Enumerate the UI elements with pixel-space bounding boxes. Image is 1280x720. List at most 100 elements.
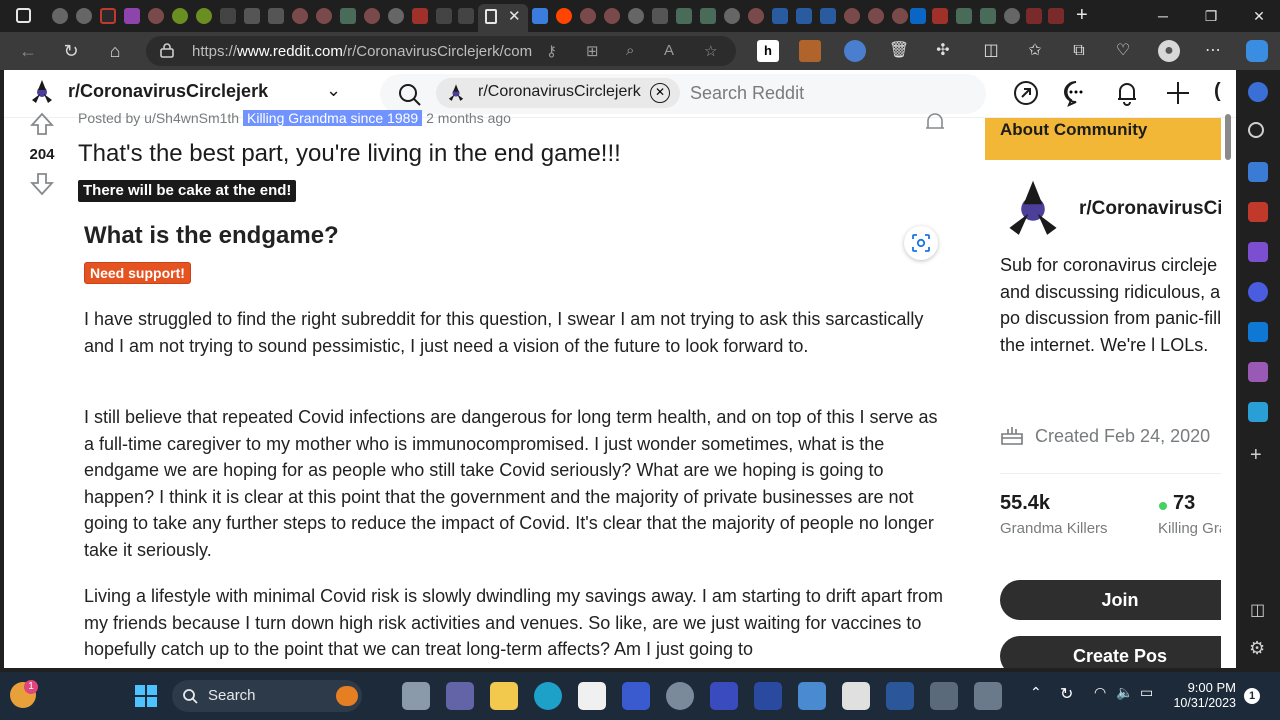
- join-button[interactable]: Join: [1000, 580, 1221, 620]
- tab-favicon[interactable]: [100, 8, 116, 24]
- tab-favicon[interactable]: [556, 8, 572, 24]
- extension-globe-icon[interactable]: [844, 40, 866, 62]
- zoom-icon[interactable]: ⌕: [626, 42, 634, 59]
- clock-time[interactable]: 9:00 PM: [1176, 680, 1236, 695]
- upvote-arrow-icon[interactable]: [30, 112, 54, 136]
- notepad-icon[interactable]: [798, 682, 826, 710]
- profile-avatar[interactable]: ●: [1158, 40, 1180, 62]
- notification-center-badge[interactable]: 1: [1244, 688, 1260, 704]
- tab-favicon[interactable]: [268, 8, 284, 24]
- subreddit-name[interactable]: r/CoronavirusCirclejerk: [68, 81, 268, 102]
- tab-favicon[interactable]: [458, 8, 474, 24]
- battery-icon[interactable]: ▭: [1140, 684, 1153, 701]
- extensions-icon[interactable]: ✣: [932, 40, 954, 62]
- post-title[interactable]: That's the best part, you're living in t…: [78, 140, 621, 168]
- app-available-icon[interactable]: ⊞: [586, 42, 599, 60]
- calculator-icon[interactable]: [974, 682, 1002, 710]
- tab-favicon[interactable]: [124, 8, 140, 24]
- tools-icon[interactable]: [1248, 202, 1268, 222]
- tab-favicon[interactable]: [748, 8, 764, 24]
- new-tab-button[interactable]: +: [1076, 4, 1088, 27]
- tab-favicon[interactable]: [724, 8, 740, 24]
- tab-favicon[interactable]: [820, 8, 836, 24]
- volume-icon[interactable]: 🔈: [1116, 684, 1133, 701]
- restore-button[interactable]: ❐: [1188, 0, 1234, 32]
- minimize-button[interactable]: ─: [1140, 0, 1186, 32]
- search-input[interactable]: Search Reddit: [690, 83, 804, 104]
- advertise-icon[interactable]: (: [1214, 80, 1221, 103]
- sidebar-panel-icon[interactable]: ◫: [1250, 600, 1265, 620]
- create-post-button[interactable]: Create Pos: [1000, 636, 1221, 668]
- teams-icon[interactable]: [446, 682, 474, 710]
- word-icon[interactable]: [886, 682, 914, 710]
- tab-favicon[interactable]: [932, 8, 948, 24]
- app-icon[interactable]: [754, 682, 782, 710]
- tab-favicon[interactable]: [388, 8, 404, 24]
- games-icon[interactable]: [1248, 242, 1268, 262]
- tab-favicon[interactable]: [244, 8, 260, 24]
- extension-bin-icon[interactable]: 🗑: [888, 40, 910, 62]
- settings-app-icon[interactable]: [666, 682, 694, 710]
- notifications-bell-icon[interactable]: [1112, 78, 1142, 108]
- search-sidebar-icon[interactable]: [1248, 122, 1264, 138]
- downvote-arrow-icon[interactable]: [30, 172, 54, 196]
- tab-favicon[interactable]: [220, 8, 236, 24]
- tab-favicon[interactable]: [1004, 8, 1020, 24]
- sidebar-settings-icon[interactable]: ⚙: [1249, 638, 1265, 659]
- remove-chip-icon[interactable]: ✕: [650, 83, 670, 103]
- settings-more-icon[interactable]: ⋯: [1202, 40, 1224, 62]
- designer-icon[interactable]: [1248, 362, 1268, 382]
- settings-icon[interactable]: [930, 682, 958, 710]
- tab-favicon[interactable]: [910, 8, 926, 24]
- community-biohazard-icon[interactable]: [1000, 176, 1066, 242]
- favorite-star-icon[interactable]: ☆: [704, 42, 717, 60]
- store-icon[interactable]: [578, 682, 606, 710]
- tab-favicon[interactable]: [1048, 8, 1064, 24]
- sync-icon[interactable]: ↻: [1060, 684, 1073, 704]
- task-view-icon[interactable]: [402, 682, 430, 710]
- tab-actions-icon[interactable]: [16, 8, 31, 23]
- tab-favicon[interactable]: [76, 8, 92, 24]
- tab-favicon[interactable]: [652, 8, 668, 24]
- follow-bell-icon[interactable]: [922, 112, 948, 134]
- tab-favicon[interactable]: [676, 8, 692, 24]
- shopping-icon[interactable]: [1248, 162, 1268, 182]
- address-bar[interactable]: https://www.reddit.com/r/CoronavirusCirc…: [146, 36, 736, 66]
- community-name[interactable]: r/CoronavirusCi: [1079, 198, 1221, 220]
- subreddit-biohazard-icon[interactable]: [28, 78, 56, 106]
- windows-start-icon[interactable]: [134, 684, 158, 708]
- post-age[interactable]: 2 months ago: [426, 110, 511, 126]
- tab-favicon[interactable]: [412, 8, 428, 24]
- reddit-search-bar[interactable]: r/CoronavirusCirclejerk ✕ Search Reddit: [380, 74, 986, 114]
- tab-favicon[interactable]: [148, 8, 164, 24]
- home-button[interactable]: ⌂: [102, 38, 128, 64]
- tab-favicon[interactable]: [172, 8, 188, 24]
- tab-favicon[interactable]: [868, 8, 884, 24]
- search-community-chip[interactable]: r/CoronavirusCirclejerk ✕: [436, 78, 680, 108]
- tab-favicon[interactable]: [844, 8, 860, 24]
- tab-favicon[interactable]: [532, 8, 548, 24]
- add-sidebar-app-icon[interactable]: +: [1250, 444, 1262, 467]
- create-post-plus-icon[interactable]: [1163, 78, 1193, 108]
- extension-badge-icon[interactable]: [799, 40, 821, 62]
- tab-favicon[interactable]: [796, 8, 812, 24]
- notifications-icon[interactable]: [1248, 82, 1268, 102]
- wifi-icon[interactable]: ◠: [1094, 684, 1106, 701]
- tab-favicon[interactable]: [292, 8, 308, 24]
- close-window-button[interactable]: ✕: [1236, 0, 1280, 32]
- active-tab[interactable]: ✕: [478, 4, 528, 32]
- tab-favicon[interactable]: [772, 8, 788, 24]
- popular-icon[interactable]: [1011, 78, 1041, 108]
- key-icon[interactable]: ⚷: [546, 42, 557, 60]
- browser-essentials-icon[interactable]: ♡: [1112, 40, 1134, 62]
- tab-favicon[interactable]: [956, 8, 972, 24]
- tab-favicon[interactable]: [700, 8, 716, 24]
- file-explorer-icon[interactable]: [490, 682, 518, 710]
- edge-icon[interactable]: [534, 682, 562, 710]
- tab-favicon[interactable]: [196, 8, 212, 24]
- visual-search-button[interactable]: [904, 226, 938, 260]
- tab-favicon[interactable]: [980, 8, 996, 24]
- split-screen-icon[interactable]: ◫: [980, 40, 1002, 62]
- outlook-icon[interactable]: [1248, 322, 1268, 342]
- tab-favicon[interactable]: [340, 8, 356, 24]
